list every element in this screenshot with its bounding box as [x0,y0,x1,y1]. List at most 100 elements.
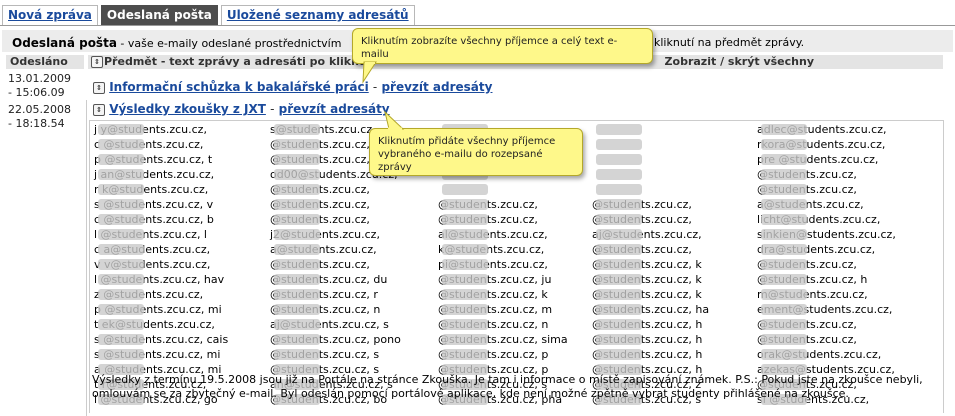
redacted-blur [442,319,488,330]
redacted-blur [442,229,488,240]
redacted-blur [761,304,807,315]
redacted-blur [596,274,642,285]
tab-divider [0,25,955,26]
message-date-day: 13.01.2009 [8,72,71,85]
redacted-blur [761,199,807,210]
intro-text-end: kliknutí na předmět zprávy. [654,36,805,49]
recipient-row: s @students.zcu.cz, mi @students.zcu.cz,… [94,347,944,362]
redacted-blur [274,184,320,195]
separator: - [270,102,275,116]
redacted-blur [274,154,320,165]
redacted-blur [596,139,642,150]
recipient-row: c @students.zcu.cz, b @students.zcu.cz, … [94,212,944,227]
recipient-row: v v@students.zcu.cz, @students.zcu.cz, p… [94,257,944,272]
collapse-icon[interactable]: ⇕ [93,103,105,116]
column-header-sent-label: Odesláno [10,55,68,68]
tooltip-take-recipients: Kliknutím přidáte všechny příjemce vybra… [369,128,583,176]
redacted-blur [442,199,488,210]
redacted-blur [274,304,320,315]
redacted-blur [761,184,807,195]
redacted-blur [274,124,320,135]
tooltip-tail [384,110,405,130]
tooltip-show-recipients: Kliknutím zobrazíte všechny příjemce a c… [352,28,653,64]
redacted-blur [274,289,320,300]
redacted-blur [596,289,642,300]
recipient-row: l @students.zcu.cz, hav @students.zcu.cz… [94,272,944,287]
message-subject-link[interactable]: Informační schůzka k bakalářské práci [109,80,369,94]
recipient-row: s @students.zcu.cz, cais @students.zcu.c… [94,332,944,347]
redacted-blur [98,319,144,330]
redacted-blur [274,349,320,360]
tab-new-message[interactable]: Nová zpráva [2,5,98,25]
take-recipients-link[interactable]: převzít adresáty [381,80,492,94]
toggle-all-link[interactable]: Zobrazit / skrýt všechny [665,55,814,69]
redacted-blur [761,139,807,150]
redacted-blur [98,274,144,285]
date-column [2,100,87,416]
redacted-blur [442,334,488,345]
message-date-time: - 18:18.54 [8,117,65,130]
redacted-blur [596,199,642,210]
redacted-blur [98,229,144,240]
message-date: 22.05.2008 - 18:18.54 [8,103,71,131]
redacted-blur [274,229,320,240]
column-header-subject-label: Předmět - text zprávy a adresáti po klik… [104,55,376,68]
tab-saved-recipient-lists[interactable]: Uložené seznamy adresátů [220,5,415,25]
message-row: ⇕ Informační schůzka k bakalářské práci … [93,79,492,95]
redacted-blur [761,154,807,165]
redacted-blur [98,304,144,315]
redacted-blur [596,244,642,255]
recipient-row: p @students.zcu.cz, mi @students.zcu.cz,… [94,302,944,317]
redacted-blur [98,154,144,165]
redacted-blur [761,334,807,345]
recipient-row: r k@students.zcu.cz, @students.zcu.cz, @… [94,182,944,197]
intro-title: Odeslaná pošta [12,36,117,50]
redacted-blur [98,259,144,270]
intro-text: - vaše e-maily odeslané prostřednictvím [116,37,342,50]
recipient-row: s @students.zcu.cz, v @students.zcu.cz, … [94,197,944,212]
redacted-blur [761,274,807,285]
redacted-blur [98,124,144,135]
redacted-blur [596,334,642,345]
redacted-blur [761,124,807,135]
redacted-blur [442,259,488,270]
redacted-blur [596,124,642,135]
redacted-blur [761,214,807,225]
recipient-row: c a@students.zcu.cz, a@students.zcu.cz, … [94,242,944,257]
message-row: ⇕ Výsledky zkoušky z JXT - převzít adres… [93,101,390,117]
recipient-row: z @students.zcu.cz, @students.zcu.cz, r … [94,287,944,302]
redacted-blur [442,244,488,255]
redacted-blur [596,214,642,225]
redacted-blur [98,199,144,210]
message-date: 13.01.2009 - 15:06.09 [8,72,71,100]
redacted-blur [761,349,807,360]
redacted-blur [274,334,320,345]
redacted-blur [274,199,320,210]
redacted-blur [98,334,144,345]
tab-sent-mail[interactable]: Odeslaná pošta [100,5,218,25]
redacted-blur [274,244,320,255]
redacted-blur [274,319,320,330]
redacted-blur [274,214,320,225]
tab-bar: Nová zpráva Odeslaná pošta Uložené sezna… [2,5,418,25]
tooltip-tail [362,61,377,84]
message-subject-link[interactable]: Výsledky zkoušky z JXT [109,102,266,116]
redacted-blur [596,304,642,315]
take-recipients-link[interactable]: převzít adresáty [279,102,390,116]
redacted-blur [274,259,320,270]
redacted-blur [98,139,144,150]
redacted-blur [596,349,642,360]
redacted-blur [98,214,144,225]
column-header-sent: Odesláno [6,55,84,69]
redacted-blur [98,244,144,255]
redacted-blur [596,229,642,240]
expand-icon[interactable]: ⇕ [93,81,105,94]
redacted-blur [761,289,807,300]
redacted-blur [274,139,320,150]
redacted-blur [596,184,642,195]
redacted-blur [596,259,642,270]
redacted-blur [596,154,642,165]
redacted-blur [761,319,807,330]
expand-all-icon[interactable]: ⇕ [91,56,103,68]
redacted-blur [596,169,642,180]
